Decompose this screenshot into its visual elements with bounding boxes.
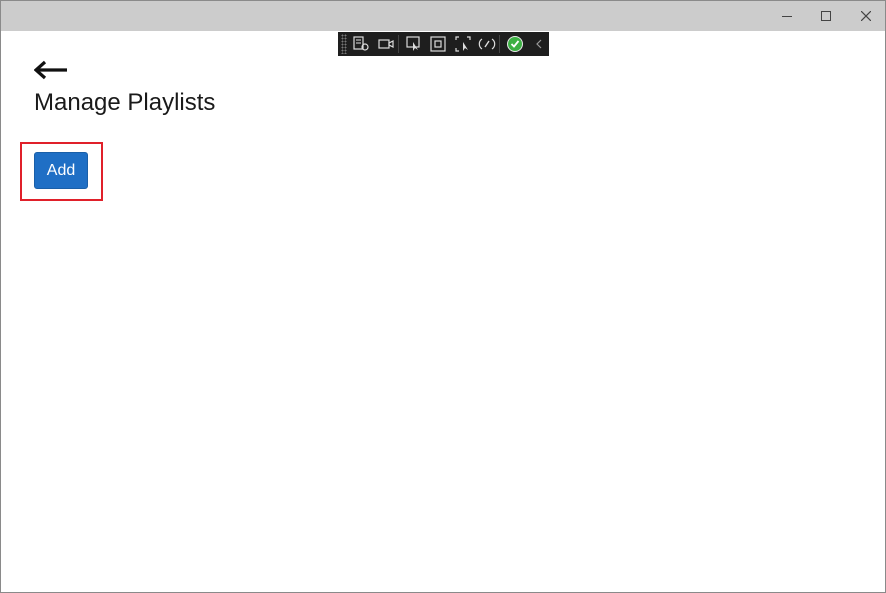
back-button[interactable]	[34, 59, 68, 81]
track-focus-icon[interactable]	[453, 34, 472, 54]
live-visual-tree-icon[interactable]	[352, 34, 371, 54]
xaml-debug-toolbar	[338, 32, 549, 56]
toolbar-separator	[499, 35, 501, 53]
close-icon	[861, 11, 871, 21]
display-layout-adorners-icon[interactable]	[429, 34, 448, 54]
add-button[interactable]: Add	[34, 152, 88, 189]
hot-reload-icon[interactable]	[477, 34, 496, 54]
maximize-button[interactable]	[806, 1, 846, 31]
close-button[interactable]	[846, 1, 886, 31]
minimize-button[interactable]	[767, 1, 807, 31]
toolbar-separator	[398, 35, 400, 53]
maximize-icon	[821, 11, 831, 21]
title-bar[interactable]	[1, 1, 885, 31]
binding-ok-icon[interactable]	[505, 34, 524, 54]
select-element-icon[interactable]	[404, 34, 423, 54]
app-window: Manage Playlists Add	[0, 0, 886, 593]
page-title: Manage Playlists	[34, 89, 216, 116]
record-icon[interactable]	[376, 34, 395, 54]
back-arrow-icon	[34, 60, 67, 80]
collapse-chevron-icon[interactable]	[530, 34, 549, 54]
toolbar-grip-icon[interactable]	[341, 34, 347, 54]
minimize-icon	[782, 15, 792, 17]
